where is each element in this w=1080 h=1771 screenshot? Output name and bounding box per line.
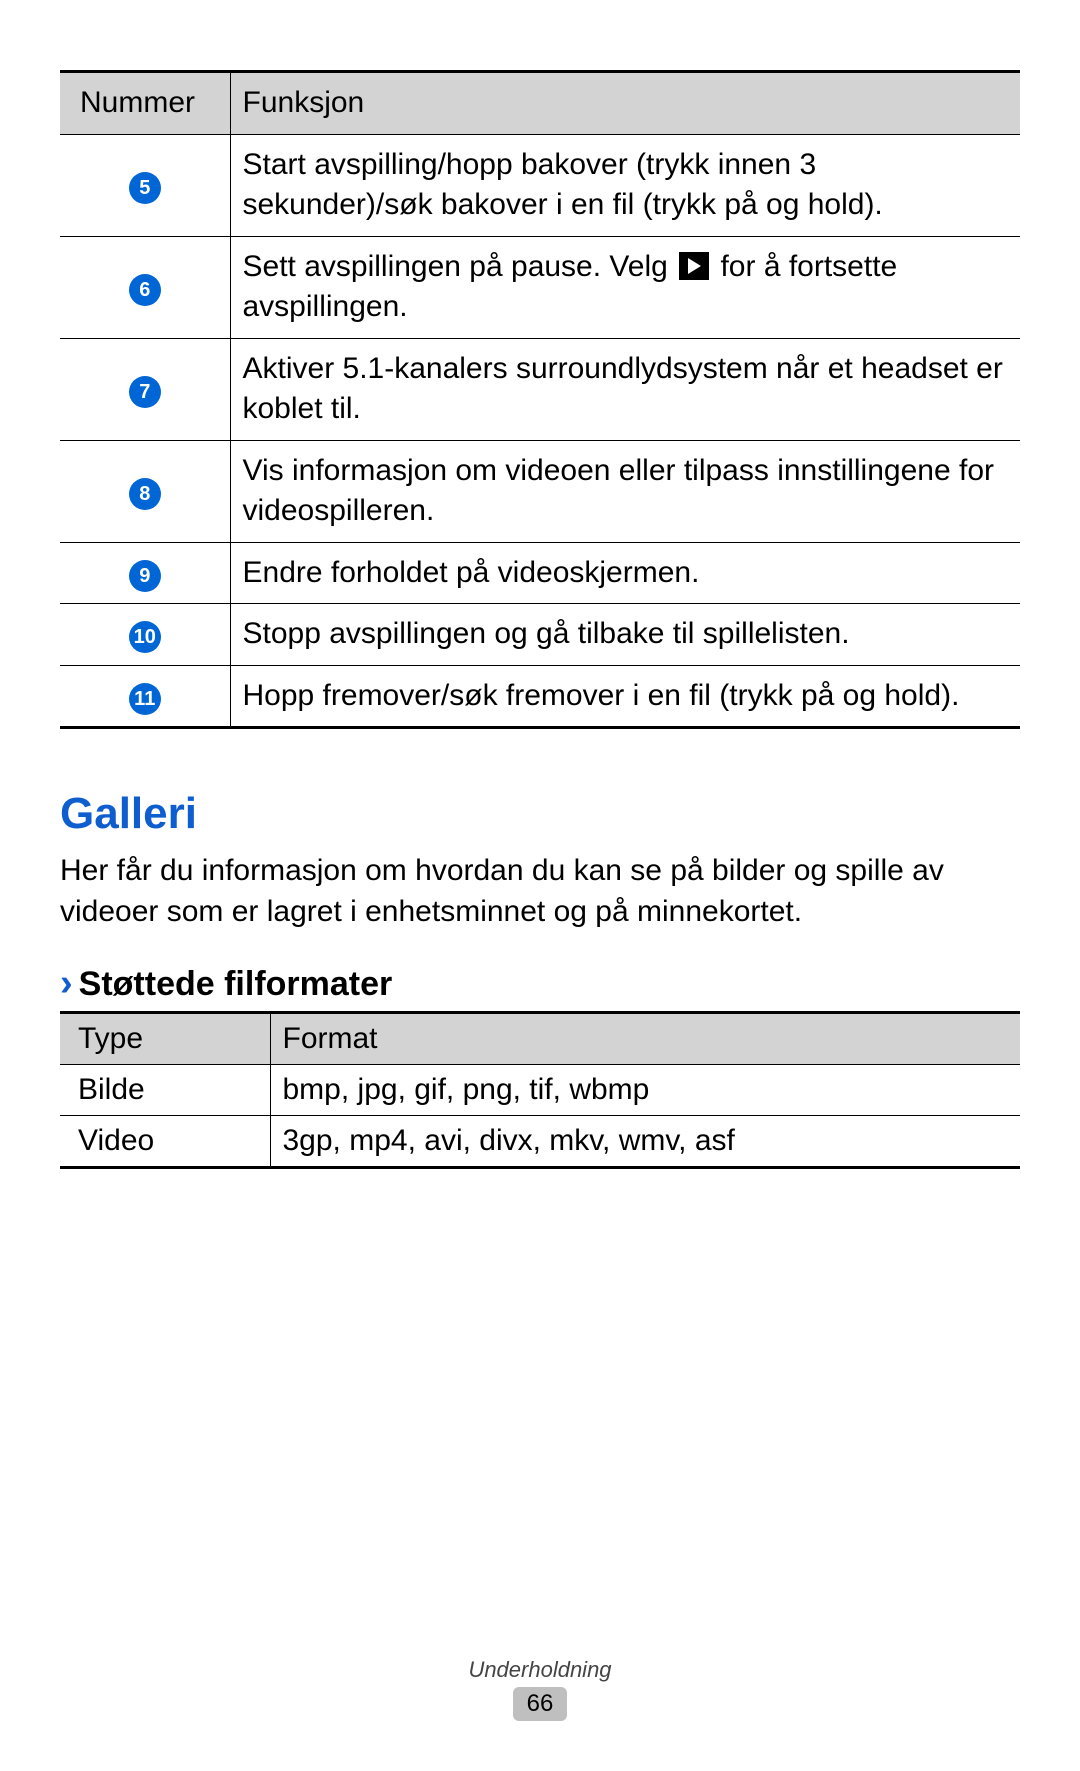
format-cell: 3gp, mp4, avi, divx, mkv, wmv, asf xyxy=(270,1116,1020,1168)
number-bullet-icon: 7 xyxy=(129,376,161,408)
function-desc: Endre forholdet på videoskjermen. xyxy=(230,542,1020,604)
table-row: Video 3gp, mp4, avi, divx, mkv, wmv, asf xyxy=(60,1116,1020,1168)
table-row: 5 Start avspilling/hopp bakover (trykk i… xyxy=(60,134,1020,236)
format-cell: bmp, jpg, gif, png, tif, wbmp xyxy=(270,1065,1020,1116)
table-header-row: Type Format xyxy=(60,1013,1020,1065)
function-desc: Vis informasjon om videoen eller tilpass… xyxy=(230,440,1020,542)
table-row: 10 Stopp avspillingen og gå tilbake til … xyxy=(60,604,1020,666)
header-format: Format xyxy=(270,1013,1020,1065)
play-icon xyxy=(679,252,709,280)
function-desc: Sett avspillingen på pause. Velg for å f… xyxy=(230,236,1020,338)
function-desc: Aktiver 5.1-kanalers surroundlydsystem n… xyxy=(230,338,1020,440)
number-bullet-icon: 9 xyxy=(129,560,161,592)
function-desc: Hopp fremover/søk fremover i en fil (try… xyxy=(230,665,1020,728)
type-cell: Bilde xyxy=(60,1065,270,1116)
table-row: 9 Endre forholdet på videoskjermen. xyxy=(60,542,1020,604)
table-row: 11 Hopp fremover/søk fremover i en fil (… xyxy=(60,665,1020,728)
type-cell: Video xyxy=(60,1116,270,1168)
header-type: Type xyxy=(60,1013,270,1065)
number-bullet-icon: 11 xyxy=(129,683,161,715)
section-heading: Galleri xyxy=(60,789,1020,839)
table-row: 6 Sett avspillingen på pause. Velg for å… xyxy=(60,236,1020,338)
table-row: 7 Aktiver 5.1-kanalers surroundlydsystem… xyxy=(60,338,1020,440)
function-desc: Stopp avspillingen og gå tilbake til spi… xyxy=(230,604,1020,666)
format-table: Type Format Bilde bmp, jpg, gif, png, ti… xyxy=(60,1011,1020,1169)
number-bullet-icon: 5 xyxy=(129,172,161,204)
header-number: Nummer xyxy=(60,72,230,135)
page-footer: Underholdning 66 xyxy=(0,1657,1080,1721)
function-desc: Start avspilling/hopp bakover (trykk inn… xyxy=(230,134,1020,236)
number-bullet-icon: 6 xyxy=(129,274,161,306)
table-row: Bilde bmp, jpg, gif, png, tif, wbmp xyxy=(60,1065,1020,1116)
chevron-right-icon: › xyxy=(60,962,73,1004)
subheading: ›Støttede filformater xyxy=(60,962,1020,1005)
chapter-name: Underholdning xyxy=(0,1657,1080,1683)
number-bullet-icon: 10 xyxy=(129,621,161,653)
function-table: Nummer Funksjon 5 Start avspilling/hopp … xyxy=(60,70,1020,729)
section-body: Her får du informasjon om hvordan du kan… xyxy=(60,851,1020,932)
header-function: Funksjon xyxy=(230,72,1020,135)
table-header-row: Nummer Funksjon xyxy=(60,72,1020,135)
table-row: 8 Vis informasjon om videoen eller tilpa… xyxy=(60,440,1020,542)
page-number: 66 xyxy=(513,1687,568,1721)
number-bullet-icon: 8 xyxy=(129,478,161,510)
